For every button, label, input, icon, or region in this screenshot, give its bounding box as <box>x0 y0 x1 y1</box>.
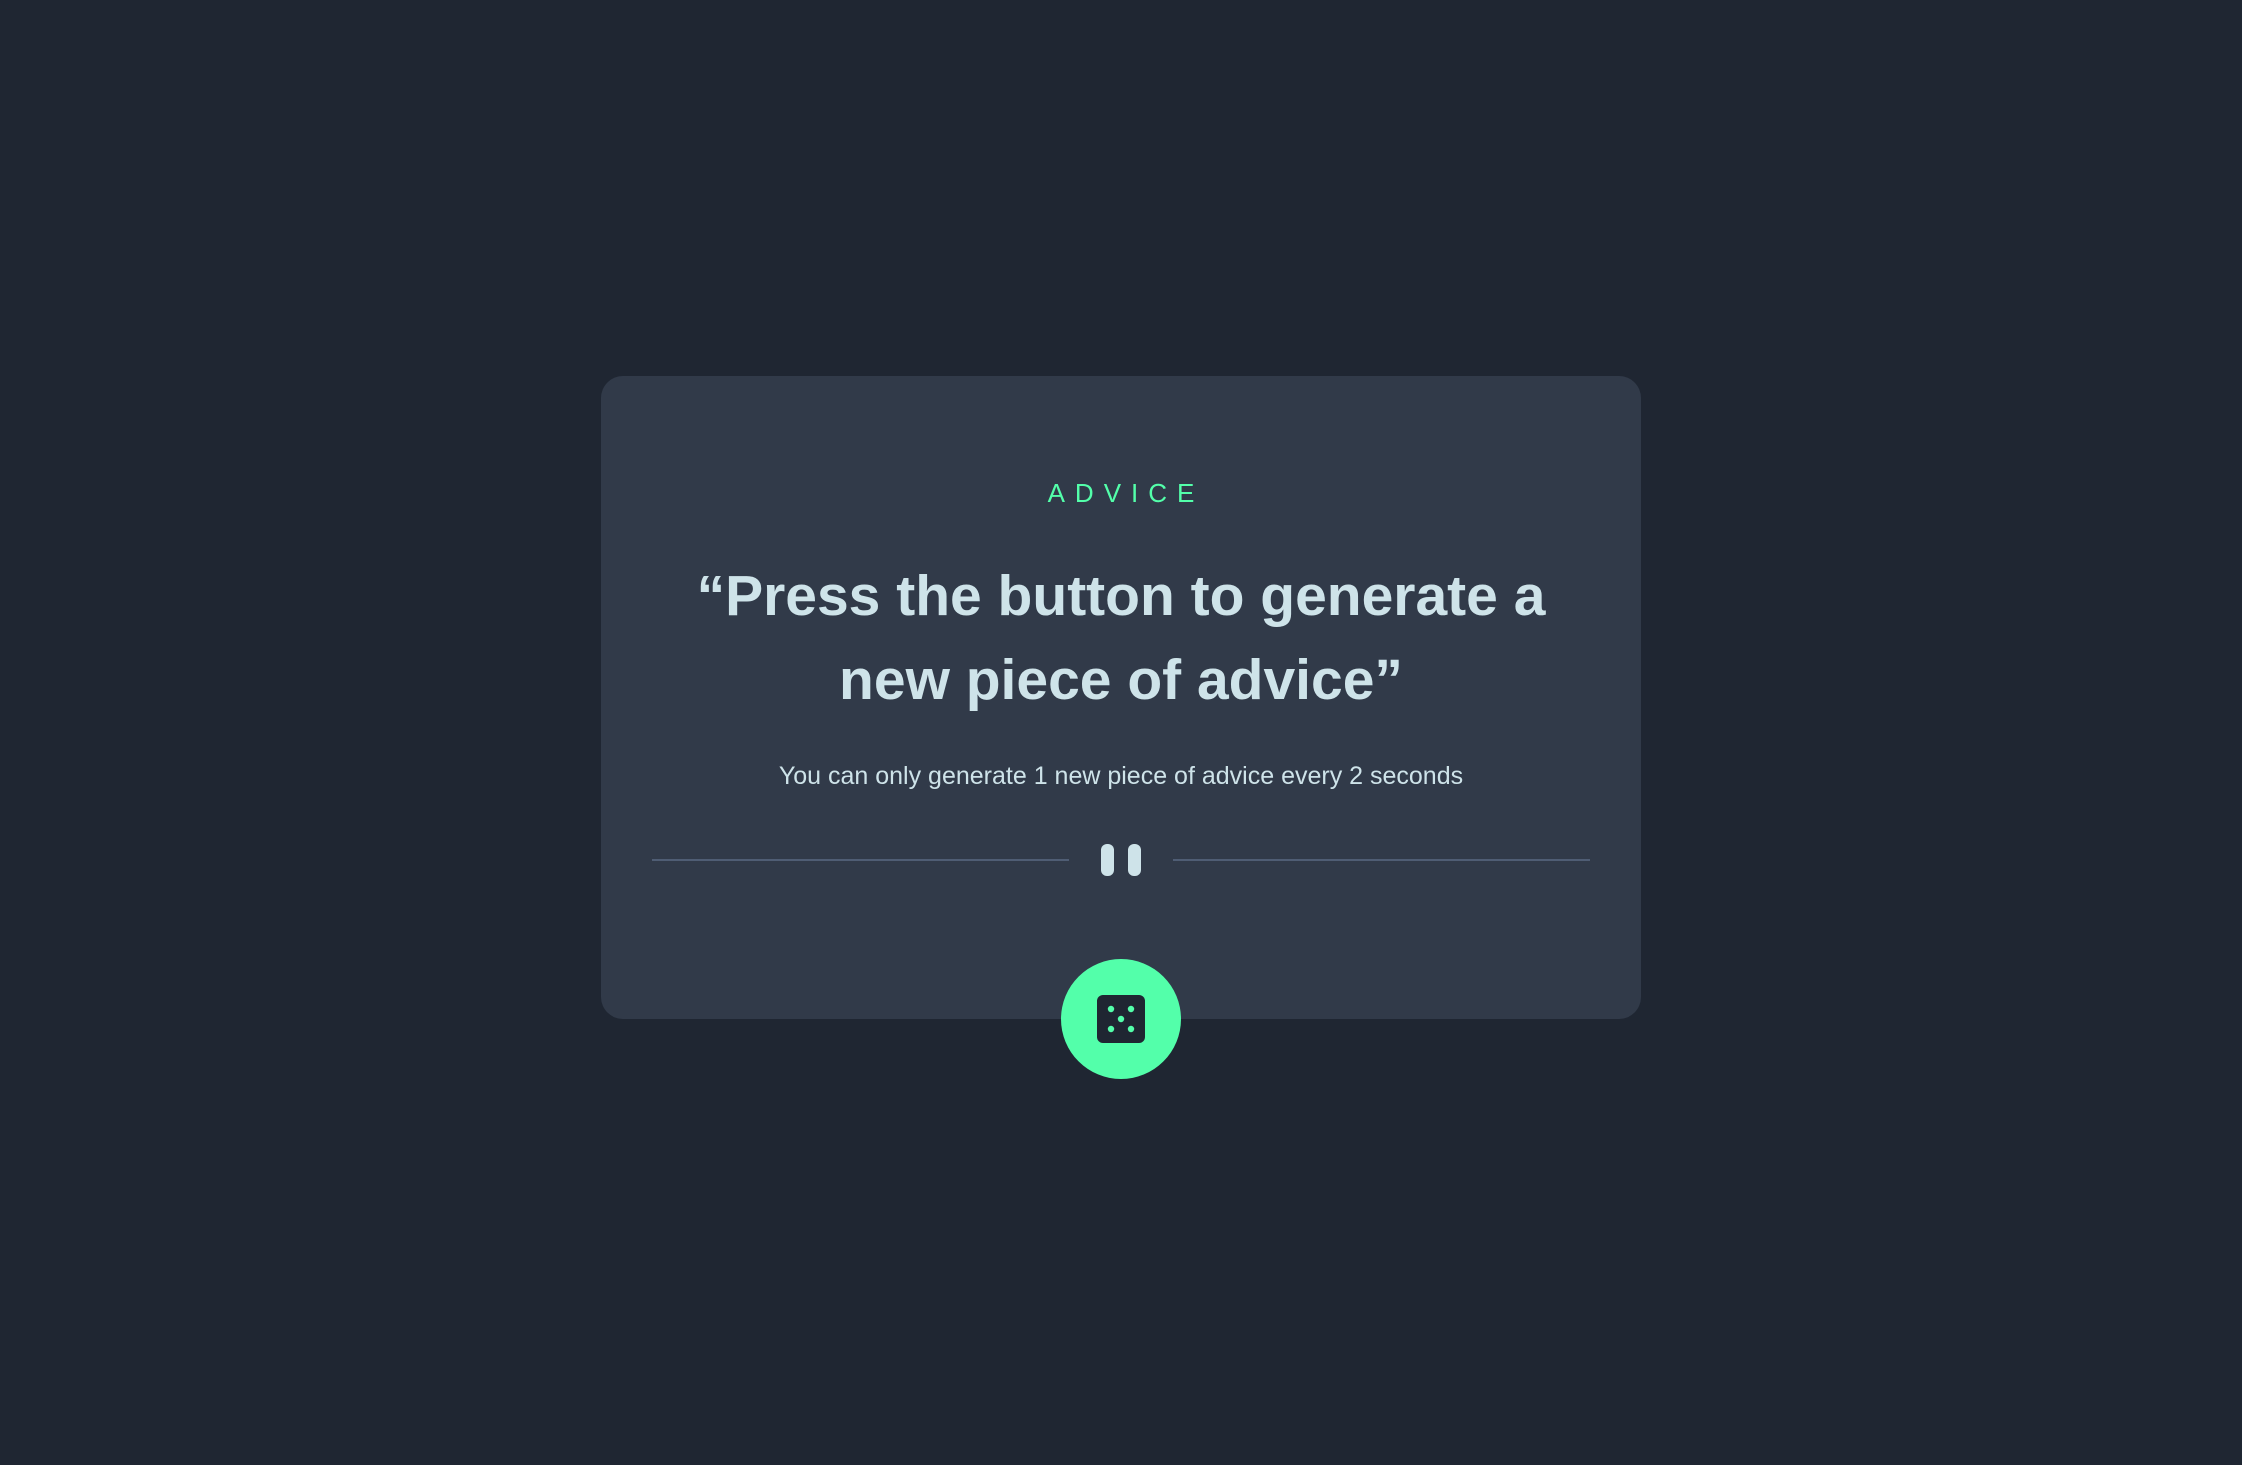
rate-limit-note: You can only generate 1 new piece of adv… <box>778 762 1464 790</box>
divider-line-right <box>1173 859 1590 861</box>
divider-line-left <box>652 859 1069 861</box>
pause-bar-right <box>1128 844 1141 876</box>
pause-bar-left <box>1101 844 1114 876</box>
divider <box>652 844 1590 876</box>
advice-label: ADVICE <box>1047 478 1205 508</box>
dice-icon <box>1097 995 1145 1043</box>
advice-card: ADVICE “Press the button to generate a n… <box>601 376 1641 1019</box>
generate-advice-button[interactable] <box>1061 959 1181 1079</box>
advice-quote: “Press the button to generate a new piec… <box>696 564 1546 712</box>
pause-icon <box>1099 844 1143 876</box>
